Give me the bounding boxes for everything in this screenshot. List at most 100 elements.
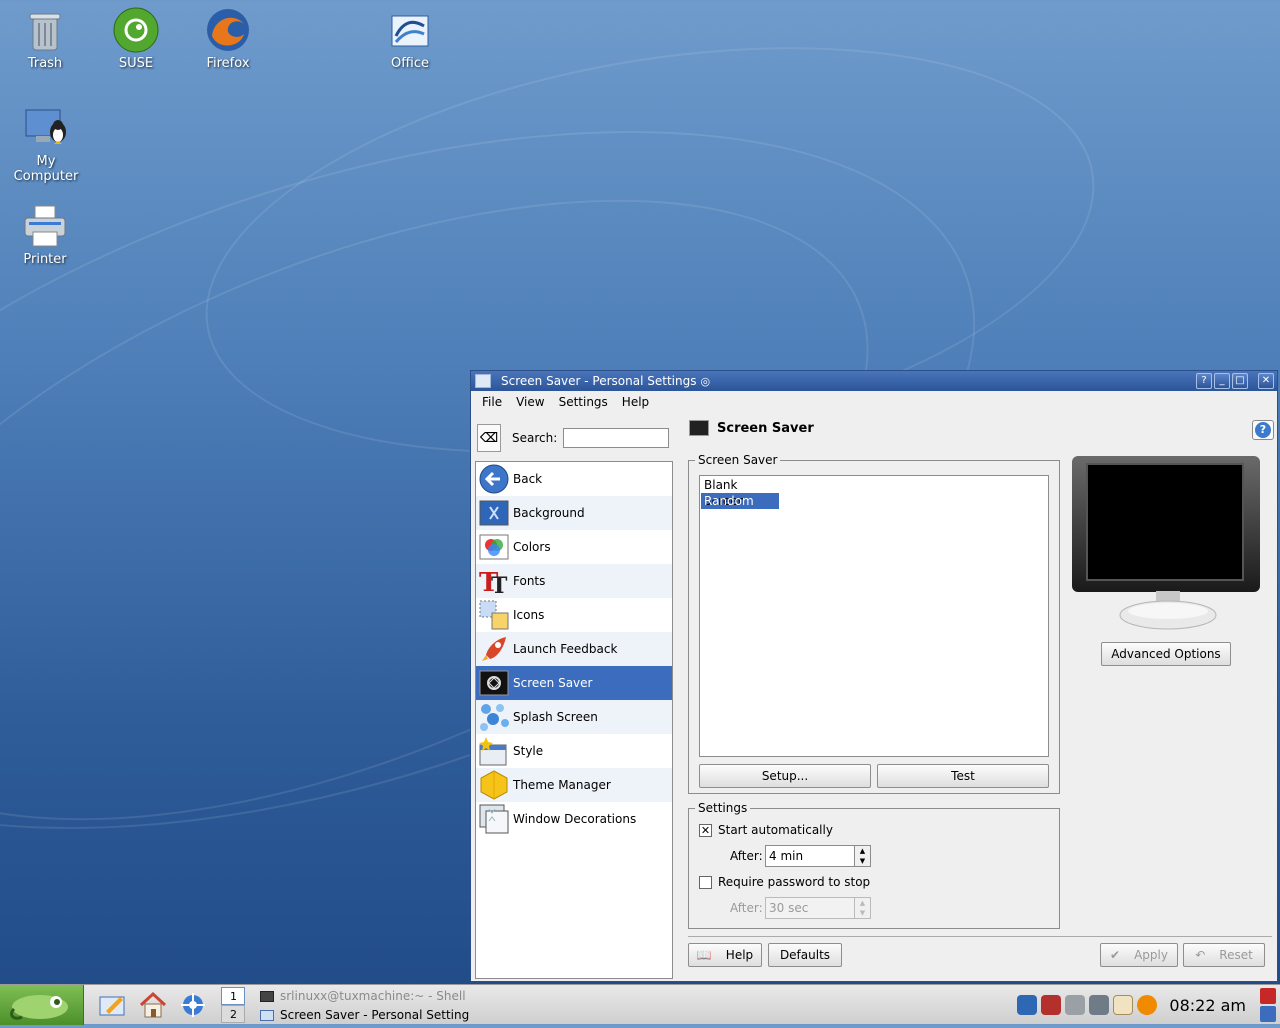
maximize-button[interactable]: □ xyxy=(1232,373,1248,389)
desktop-icon-label: Printer xyxy=(23,252,67,267)
desktop-icon-firefox[interactable]: Firefox xyxy=(183,6,273,71)
nav-item-icons[interactable]: Icons xyxy=(476,598,672,632)
desktop-icon-office[interactable]: Office xyxy=(365,6,455,71)
icons-icon xyxy=(478,599,510,631)
kde-updater-icon[interactable] xyxy=(1113,995,1134,1015)
nav-item-background[interactable]: Background xyxy=(476,496,672,530)
window-titlebar[interactable]: Screen Saver - Personal Settings ◎ ? _ □… xyxy=(471,371,1277,391)
spin-up-icon[interactable]: ▲ xyxy=(855,846,870,856)
nav-item-label: Style xyxy=(513,744,544,758)
spin-down-icon[interactable]: ▼ xyxy=(855,856,870,866)
desktop-icon-suse[interactable]: SUSE xyxy=(91,6,181,71)
help-button[interactable]: 📖 Help xyxy=(688,943,762,967)
sticky-icon[interactable]: ◎ xyxy=(700,375,710,388)
network-icon[interactable] xyxy=(1065,995,1086,1015)
groupbox-title: Settings xyxy=(695,801,751,815)
menu-help[interactable]: Help xyxy=(615,395,656,409)
suse-icon xyxy=(112,6,160,54)
svg-text:T: T xyxy=(491,573,508,597)
nav-item-label: Icons xyxy=(513,608,545,622)
nav-item-label: Theme Manager xyxy=(513,778,611,792)
nav-item-splash-screen[interactable]: Splash Screen xyxy=(476,700,672,734)
menubar: File View Settings Help xyxy=(471,391,1277,413)
reset-button: ↶ Reset xyxy=(1183,943,1265,967)
nav-item-label: Back xyxy=(513,472,543,486)
task-personal-settings[interactable]: Screen Saver - Personal Setting xyxy=(256,1006,469,1024)
nav-item-theme-manager[interactable]: Theme Manager xyxy=(476,768,672,802)
menu-view[interactable]: View xyxy=(509,395,551,409)
nav-item-label: Colors xyxy=(513,540,551,554)
module-header: Screen Saver xyxy=(688,420,814,436)
screensaver-list[interactable]: Blank Screen Random xyxy=(699,475,1049,757)
list-item[interactable]: Blank Screen xyxy=(701,477,779,508)
menu-settings[interactable]: Settings xyxy=(552,395,615,409)
window-decorations-icon xyxy=(478,803,510,835)
setup-button[interactable]: Setup... xyxy=(699,764,871,788)
konqueror-icon[interactable] xyxy=(177,989,209,1021)
search-input[interactable] xyxy=(563,428,670,448)
search-row: ⌫ Search: xyxy=(474,423,670,453)
firefox-icon xyxy=(204,6,252,54)
preview-screen xyxy=(1086,463,1244,581)
nav-item-back[interactable]: Back xyxy=(476,462,672,496)
theme-icon xyxy=(478,769,510,801)
home-icon[interactable] xyxy=(137,989,169,1021)
list-item[interactable]: Random xyxy=(701,493,779,509)
require-password-checkbox[interactable] xyxy=(699,875,712,889)
help-button-label: Help xyxy=(725,948,754,962)
apply-button: ✔ Apply xyxy=(1100,943,1178,967)
help-icon: ? xyxy=(1255,422,1271,438)
desktop-icon-label: SUSE xyxy=(118,56,154,71)
start-menu-button[interactable] xyxy=(0,985,84,1025)
after2-value: 30 sec xyxy=(769,901,809,915)
nav-item-colors[interactable]: Colors xyxy=(476,530,672,564)
desktop-icon-trash[interactable]: Trash xyxy=(0,6,90,71)
nav-item-screen-saver[interactable]: Screen Saver xyxy=(476,666,672,700)
klipper-icon[interactable] xyxy=(1041,995,1062,1015)
desktop-pager: 1 2 xyxy=(221,987,245,1023)
navigation-pane: ⌫ Search: Back Background Colors TT Font… xyxy=(474,423,673,979)
nav-item-fonts[interactable]: TT Fonts xyxy=(476,564,672,599)
advanced-options-button[interactable]: Advanced Options xyxy=(1101,642,1231,666)
module-title: Screen Saver xyxy=(717,420,814,436)
update-warning-icon[interactable] xyxy=(1137,995,1158,1015)
terminal-icon xyxy=(260,990,274,1002)
minimize-button[interactable]: _ xyxy=(1214,373,1230,389)
module-list: Back Background Colors TT Fonts Icons La… xyxy=(475,461,673,979)
start-automatically-checkbox[interactable]: ✕ xyxy=(699,823,712,837)
taskbar: 1 2 srlinuxx@tuxmachine:~ - Shell Screen… xyxy=(0,984,1280,1025)
printer-icon xyxy=(21,202,69,250)
task-shell[interactable]: srlinuxx@tuxmachine:~ - Shell xyxy=(256,987,466,1005)
nav-item-window-decorations[interactable]: Window Decorations xyxy=(476,802,672,836)
volume-icon[interactable] xyxy=(1017,995,1038,1015)
personal-settings-window: Screen Saver - Personal Settings ◎ ? _ □… xyxy=(470,370,1278,982)
nav-item-launch-feedback[interactable]: Launch Feedback xyxy=(476,632,672,666)
start-automatically-row: ✕ Start automatically xyxy=(699,823,833,837)
lock-icon[interactable] xyxy=(1260,1006,1276,1022)
menu-file[interactable]: File xyxy=(475,395,509,409)
system-tray: 08:22 am xyxy=(1017,985,1280,1025)
nav-item-label: Fonts xyxy=(513,574,546,588)
close-button[interactable]: ✕ xyxy=(1258,373,1274,389)
desktop-icon-label: Trash xyxy=(27,56,63,71)
desktop-icon-my-computer[interactable]: My Computer xyxy=(1,104,91,184)
clear-icon: ⌫ xyxy=(479,430,499,446)
defaults-button[interactable]: Defaults xyxy=(768,943,842,967)
logout-icon[interactable] xyxy=(1260,988,1276,1004)
search-label: Search: xyxy=(512,431,558,445)
clock[interactable]: 08:22 am xyxy=(1169,996,1246,1015)
help-book-icon: 📖 xyxy=(696,948,712,962)
test-button[interactable]: Test xyxy=(877,764,1049,788)
clear-search-button[interactable]: ⌫ xyxy=(477,424,501,452)
context-help-button[interactable]: ? xyxy=(1196,373,1212,389)
password-delay-spinbox: 30 sec ▲ ▼ xyxy=(765,897,871,919)
pager-desktop-2[interactable]: 2 xyxy=(221,1005,245,1023)
desktop-icon-printer[interactable]: Printer xyxy=(0,202,90,267)
settings-groupbox: Settings ✕ Start automatically After: 4 … xyxy=(688,801,1060,929)
printer-icon[interactable] xyxy=(1089,995,1110,1015)
pager-desktop-1[interactable]: 1 xyxy=(221,987,245,1005)
after-delay-spinbox[interactable]: 4 min ▲ ▼ xyxy=(765,845,871,867)
nav-item-style[interactable]: Style xyxy=(476,734,672,768)
whats-this-button[interactable]: ? xyxy=(1252,420,1274,440)
kate-editor-icon[interactable] xyxy=(96,989,128,1021)
